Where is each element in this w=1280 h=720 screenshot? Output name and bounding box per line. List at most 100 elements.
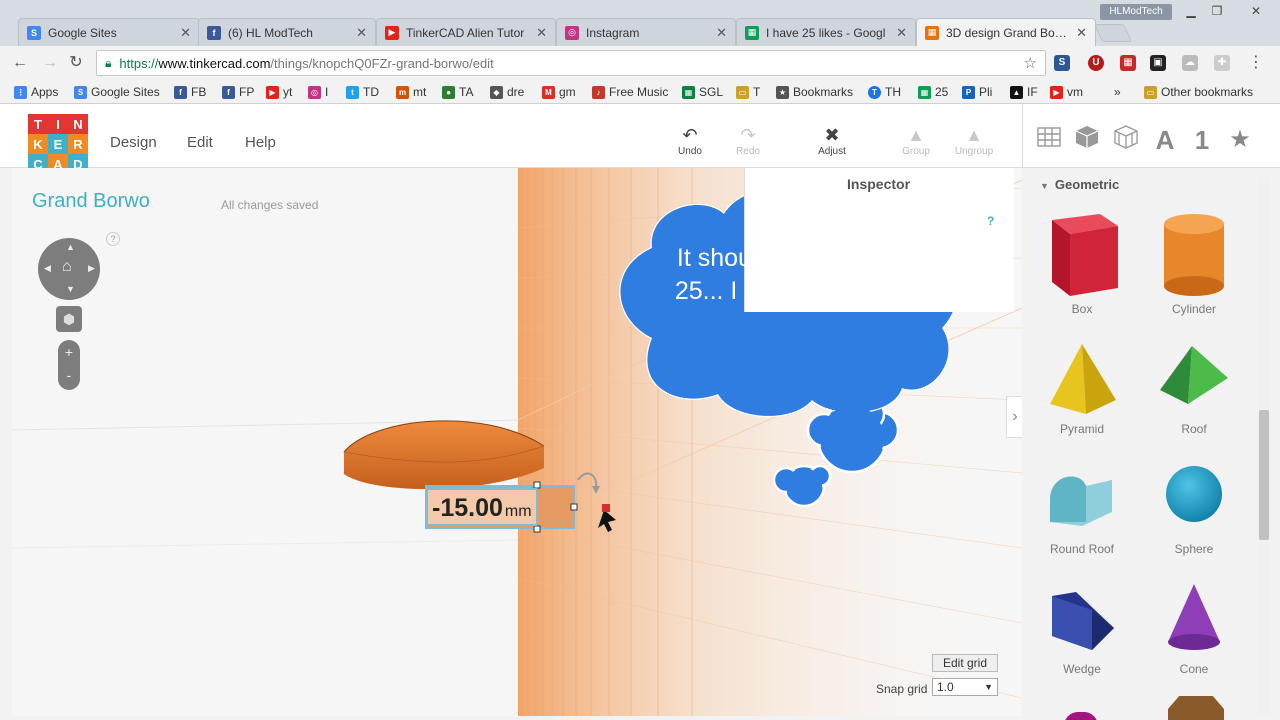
extension-puzzle-icon[interactable]: ✚ bbox=[1214, 55, 1230, 71]
restore-icon[interactable]: ❐ bbox=[1204, 2, 1230, 20]
extension-cloud-icon[interactable]: ☁ bbox=[1182, 55, 1198, 71]
other-bookmarks[interactable]: ▭ Other bookmarks bbox=[1144, 84, 1253, 100]
chrome-menu-icon[interactable]: ⋮ bbox=[1246, 53, 1266, 73]
shape-pyramid[interactable]: Pyramid bbox=[1032, 340, 1132, 436]
redo-button[interactable]: ↷ Redo bbox=[718, 124, 778, 157]
close-icon[interactable]: ✕ bbox=[180, 25, 191, 41]
window-close-icon[interactable]: ✕ bbox=[1236, 2, 1276, 20]
bookmark-ta[interactable]: ● TA bbox=[442, 84, 473, 100]
navigation-help-icon[interactable]: ? bbox=[106, 232, 120, 246]
shape-wedge[interactable]: Wedge bbox=[1032, 580, 1132, 676]
ungroup-button[interactable]: ▲ Ungroup bbox=[944, 124, 1004, 157]
tab-title: 3D design Grand Borwo bbox=[946, 25, 1071, 40]
bookmark-apps[interactable]: ⋮ Apps bbox=[14, 84, 58, 100]
adjust-button[interactable]: ✖ Adjust bbox=[802, 124, 862, 157]
inspector-help-icon[interactable]: ? bbox=[987, 214, 994, 228]
tab-hl-modtech[interactable]: f (6) HL ModTech ✕ bbox=[198, 18, 376, 46]
extension-calendar-icon[interactable]: ▦ bbox=[1120, 55, 1136, 71]
tab-tinkercad-tutorial[interactable]: ▶ TinkerCAD Alien Tutor ✕ bbox=[376, 18, 556, 46]
forward-arrow-icon[interactable]: → bbox=[40, 53, 60, 73]
close-icon[interactable]: ✕ bbox=[356, 25, 367, 41]
bookmark-vm[interactable]: ▶ vm bbox=[1050, 84, 1083, 100]
solid-cube-icon[interactable] bbox=[1071, 124, 1103, 156]
zoom-control[interactable]: + - bbox=[58, 340, 80, 390]
tab-google-sheets[interactable]: ▦ I have 25 likes - Googl ✕ bbox=[736, 18, 916, 46]
bookmark-folder-t[interactable]: ▭ T bbox=[736, 84, 760, 100]
menu-edit[interactable]: Edit bbox=[187, 134, 213, 151]
bookmark-gmail[interactable]: Mgm bbox=[542, 84, 576, 100]
tab-instagram[interactable]: ◎ Instagram ✕ bbox=[556, 18, 736, 46]
view-navigation-wheel[interactable]: ▲ ▼ ◀ ▶ ⌂ bbox=[38, 238, 100, 300]
close-icon[interactable]: ✕ bbox=[1076, 25, 1087, 41]
panel-scrollbar[interactable] bbox=[1258, 178, 1270, 716]
facebook-icon: f bbox=[222, 85, 235, 99]
bookmark-fp[interactable]: f FP bbox=[222, 84, 254, 100]
zoom-out-icon[interactable]: - bbox=[58, 365, 80, 390]
design-title[interactable]: Grand Borwo bbox=[32, 190, 150, 213]
bookmark-pli[interactable]: P Pli bbox=[962, 84, 992, 100]
bookmark-free-music[interactable]: ♪ Free Music bbox=[592, 84, 668, 100]
category-header[interactable]: ▼ Geometric bbox=[1040, 177, 1119, 192]
close-icon[interactable]: ✕ bbox=[536, 25, 547, 41]
edit-grid-button[interactable]: Edit grid bbox=[932, 654, 998, 672]
tab-google-sites[interactable]: S Google Sites ✕ bbox=[18, 18, 200, 46]
twitter-icon: t bbox=[346, 85, 359, 99]
workplane-grid-icon[interactable] bbox=[1033, 124, 1065, 156]
minimize-icon[interactable]: ▁ bbox=[1178, 2, 1204, 20]
bookmark-td[interactable]: t TD bbox=[346, 84, 379, 100]
reload-icon[interactable]: ↻ bbox=[66, 53, 86, 73]
tab-tinkercad-design[interactable]: ▦ 3D design Grand Borwo ✕ bbox=[916, 18, 1096, 46]
bookmark-if[interactable]: ▲ IF bbox=[1010, 84, 1038, 100]
number-shapes-tab[interactable]: 1 bbox=[1186, 124, 1218, 156]
favorites-star-icon[interactable]: ★ bbox=[1224, 124, 1256, 156]
shape-round-roof[interactable]: Round Roof bbox=[1032, 460, 1132, 556]
rotate-right-icon[interactable]: ▶ bbox=[88, 263, 95, 274]
rotate-down-icon[interactable]: ▼ bbox=[66, 284, 75, 294]
bookmark-bookmarks[interactable]: ★ Bookmarks bbox=[776, 84, 853, 100]
bookmark-fb[interactable]: f FB bbox=[174, 84, 206, 100]
dimension-input[interactable]: -15.00 mm bbox=[426, 488, 538, 526]
bookmark-mt[interactable]: m mt bbox=[396, 84, 426, 100]
close-icon[interactable]: ✕ bbox=[896, 25, 907, 41]
shape-sphere[interactable]: Sphere bbox=[1144, 460, 1244, 556]
menu-help[interactable]: Help bbox=[245, 134, 276, 151]
extension-s-icon[interactable]: S bbox=[1054, 55, 1070, 71]
bookmark-star-icon[interactable]: ☆ bbox=[1024, 54, 1037, 72]
shape-box[interactable]: Box bbox=[1032, 208, 1132, 316]
rotate-up-icon[interactable]: ▲ bbox=[66, 242, 75, 252]
bookmark-sgl[interactable]: ▦ SGL bbox=[682, 84, 723, 100]
redo-icon: ↷ bbox=[740, 125, 756, 145]
back-arrow-icon[interactable]: ← bbox=[10, 53, 30, 73]
view-cube-icon[interactable]: ⬢ bbox=[56, 306, 82, 332]
undo-button[interactable]: ↶ Undo bbox=[660, 124, 720, 157]
bookmark-instagram[interactable]: ◎ I bbox=[308, 84, 328, 100]
bookmark-yt[interactable]: ▶ yt bbox=[266, 84, 292, 100]
close-icon[interactable]: ✕ bbox=[716, 25, 727, 41]
shape-cylinder[interactable]: Cylinder bbox=[1144, 208, 1244, 316]
shape-cone[interactable]: Cone bbox=[1144, 580, 1244, 676]
text-shapes-tab[interactable]: A bbox=[1149, 124, 1181, 156]
extension-grid-icon[interactable]: ▣ bbox=[1150, 55, 1166, 71]
bookmark-google-sites[interactable]: S Google Sites bbox=[74, 84, 160, 100]
address-bar[interactable]: 🔒︎ https://www.tinkercad.com/things/knop… bbox=[96, 50, 1046, 76]
hole-cube-icon[interactable] bbox=[1110, 124, 1142, 156]
bookmarks-overflow[interactable]: » bbox=[1114, 84, 1121, 100]
snap-grid-select[interactable]: 1.0 ▼ bbox=[932, 678, 998, 696]
url-path: /things/knopchQ0FZr-grand-borwo/edit bbox=[270, 55, 494, 71]
mt-icon: m bbox=[396, 85, 409, 99]
shape-roof[interactable]: Roof bbox=[1144, 340, 1244, 436]
bookmark-25[interactable]: ▦ 25 bbox=[918, 84, 948, 100]
extension-u-icon[interactable]: U bbox=[1088, 55, 1104, 71]
bookmark-th[interactable]: T TH bbox=[868, 84, 901, 100]
zoom-in-icon[interactable]: + bbox=[58, 340, 80, 365]
bookmark-dre[interactable]: ◆ dre bbox=[490, 84, 524, 100]
home-view-icon[interactable]: ⌂ bbox=[62, 258, 72, 276]
scrollbar-thumb[interactable] bbox=[1259, 410, 1269, 540]
workplane-canvas[interactable]: Grand Borwo All changes saved ▲ ▼ ◀ ▶ ⌂ … bbox=[12, 168, 1022, 716]
group-button[interactable]: ▲ Group bbox=[886, 124, 946, 157]
new-tab-button[interactable] bbox=[1093, 24, 1133, 42]
tinkercad-logo[interactable]: T I N K E R C A D bbox=[28, 114, 88, 174]
folder-icon: ▭ bbox=[736, 85, 749, 99]
menu-design[interactable]: Design bbox=[110, 134, 157, 151]
rotate-left-icon[interactable]: ◀ bbox=[44, 263, 51, 274]
